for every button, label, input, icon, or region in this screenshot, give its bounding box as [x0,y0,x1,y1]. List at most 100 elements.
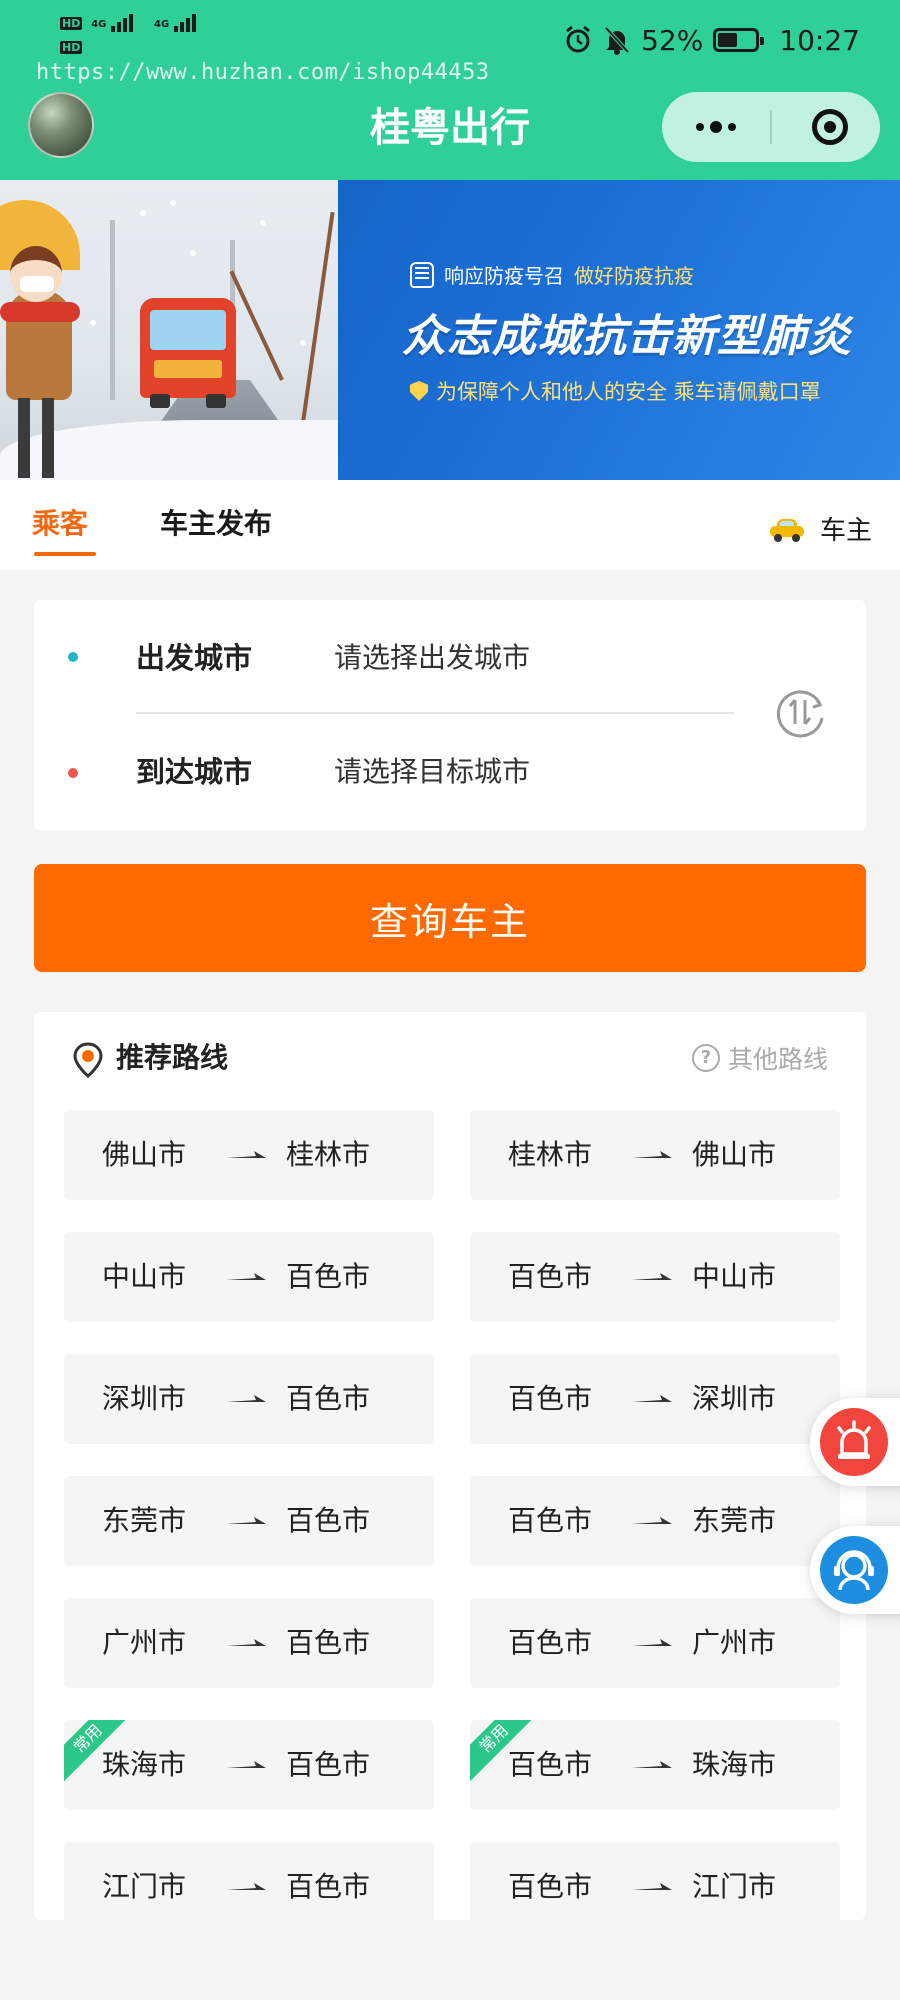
route-item[interactable]: 百色市 深圳市 [470,1354,840,1444]
capsule-divider [770,110,772,144]
more-dot-icon [696,123,704,131]
search-owner-button[interactable]: 查询车主 [34,864,866,972]
close-mini-program-icon[interactable] [812,109,848,145]
route-item[interactable]: 中山市 百色市 [64,1232,434,1322]
route-arrow-icon [632,1883,672,1890]
owner-entry-button[interactable]: 车主 [769,510,872,547]
location-pin-icon [73,1042,103,1078]
banner-line-3: 为保障个人和他人的安全 乘车请佩戴口罩 [410,376,821,406]
depart-city-picker[interactable]: 请选择出发城市 [334,638,530,678]
route-from-city: 百色市 [508,1260,593,1293]
sos-alarm-button[interactable] [810,1398,900,1486]
route-from-city: 百色市 [508,1870,593,1903]
route-item[interactable]: 百色市 中山市 [470,1232,840,1322]
more-dot-icon [710,121,722,133]
route-to-city: 珠海市 [692,1748,777,1781]
bus-window [150,310,226,350]
route-item[interactable]: 常用 百色市 珠海市 [470,1720,840,1810]
bus-wheel [206,394,226,408]
snowflake [260,220,266,226]
customer-service-button[interactable] [810,1526,900,1614]
snowflake [300,340,306,346]
route-from-city: 桂林市 [508,1138,593,1171]
route-to-city: 百色市 [286,1748,371,1781]
bus-illustration [140,298,236,408]
route-item[interactable]: 常用 珠海市 百色市 [64,1720,434,1810]
route-from-city: 珠海市 [102,1748,187,1781]
banner-campaign: 响应防疫号召 做好防疫抗疫 众志成城抗击新型肺炎 为保障个人和他人的安全 乘车请… [338,180,900,480]
route-to-city: 百色市 [286,1626,371,1659]
clock: 10:27 [779,23,860,57]
route-from-city: 江门市 [102,1870,187,1903]
more-menu-button[interactable] [662,92,770,162]
hd-badge-2: HD [60,41,83,54]
routes-title: 推荐路线 [116,1041,229,1074]
route-arrow-icon [226,1639,266,1646]
route-item[interactable]: 东莞市 百色市 [64,1476,434,1566]
snowflake [140,210,146,216]
route-arrow-icon [226,1517,266,1524]
route-item[interactable]: 百色市 江门市 [470,1842,840,1920]
route-from-city: 佛山市 [102,1138,187,1171]
role-tabs: 乘客 车主发布 车主 [0,480,900,570]
route-arrow-icon [632,1639,672,1646]
status-right: 52% 10:27 [563,20,860,60]
owner-entry-label: 车主 [819,516,872,546]
tree-branch [229,270,284,381]
banner-line-1a: 响应防疫号召 [444,264,564,288]
tree-trunk [300,211,335,431]
route-item[interactable]: 佛山市 桂林市 [64,1110,434,1200]
route-from-city: 百色市 [508,1626,593,1659]
girl-leg [18,398,30,478]
girl-head [10,246,62,302]
network-type-2: 4G [154,19,170,30]
alarm-icon [566,25,590,53]
route-from-city: 东莞市 [102,1504,187,1537]
route-item[interactable]: 百色市 广州市 [470,1598,840,1688]
routes-header: 推荐路线 ? 其他路线 [34,1012,866,1102]
signal-bars-icon-1 [111,14,135,32]
watermark-url: https://www.huzhan.com/ishop44453 [36,60,490,85]
route-item[interactable]: 广州市 百色市 [64,1598,434,1688]
signal-1: HD 4G [60,14,135,32]
banner-headline: 众志成城抗击新型肺炎 [402,311,852,362]
app-header: HD 4G 4G HD 52% 10:27 https://www.huzhan… [0,0,900,180]
route-from-city: 百色市 [508,1748,593,1781]
tab-owner-publish[interactable]: 车主发布 [160,504,272,544]
shield-icon [410,381,428,401]
route-arrow-icon [226,1273,266,1280]
route-item[interactable]: 百色市 东莞市 [470,1476,840,1566]
route-to-city: 江门市 [692,1870,777,1903]
snowflake [190,250,196,256]
route-arrow-icon [226,1151,266,1158]
swap-cities-icon[interactable] [772,684,828,740]
other-routes-link[interactable]: ? 其他路线 [691,1040,828,1076]
signal-bars-icon-2 [174,14,198,32]
route-to-city: 佛山市 [692,1138,777,1171]
route-item[interactable]: 桂林市 佛山市 [470,1110,840,1200]
route-arrow-icon [226,1883,266,1890]
bus-grill [154,360,222,378]
banner-carousel[interactable]: 响应防疫号召 做好防疫抗疫 众志成城抗击新型肺炎 为保障个人和他人的安全 乘车请… [0,180,900,480]
arrive-city-picker[interactable]: 请选择目标城市 [334,752,530,792]
arrive-city-label: 到达城市 [136,755,253,789]
alarm-siren-icon [820,1408,888,1476]
street-pole [110,220,115,400]
route-item[interactable]: 江门市 百色市 [64,1842,434,1920]
route-arrow-icon [632,1517,672,1524]
route-arrow-icon [632,1273,672,1280]
route-arrow-icon [632,1151,672,1158]
question-icon: ? [691,1044,720,1072]
banner-line-1: 响应防疫号召 做好防疫抗疫 [410,260,694,289]
route-from-city: 深圳市 [102,1382,187,1415]
page-title: 桂粤出行 [370,105,530,151]
mini-program-capsule [662,92,880,162]
route-item[interactable]: 深圳市 百色市 [64,1354,434,1444]
tab-passenger[interactable]: 乘客 [32,504,88,544]
route-to-city: 深圳市 [692,1382,777,1415]
recommended-routes-card: 推荐路线 ? 其他路线 佛山市 桂林市 桂林市 佛山市 中山市 百色市 百色市 中山市 深圳市百… [34,1012,866,1920]
route-from-city: 中山市 [102,1260,187,1293]
avatar[interactable] [28,92,94,158]
girl-leg [42,398,54,478]
banner-line-1b: 做好防疫抗疫 [574,264,694,288]
